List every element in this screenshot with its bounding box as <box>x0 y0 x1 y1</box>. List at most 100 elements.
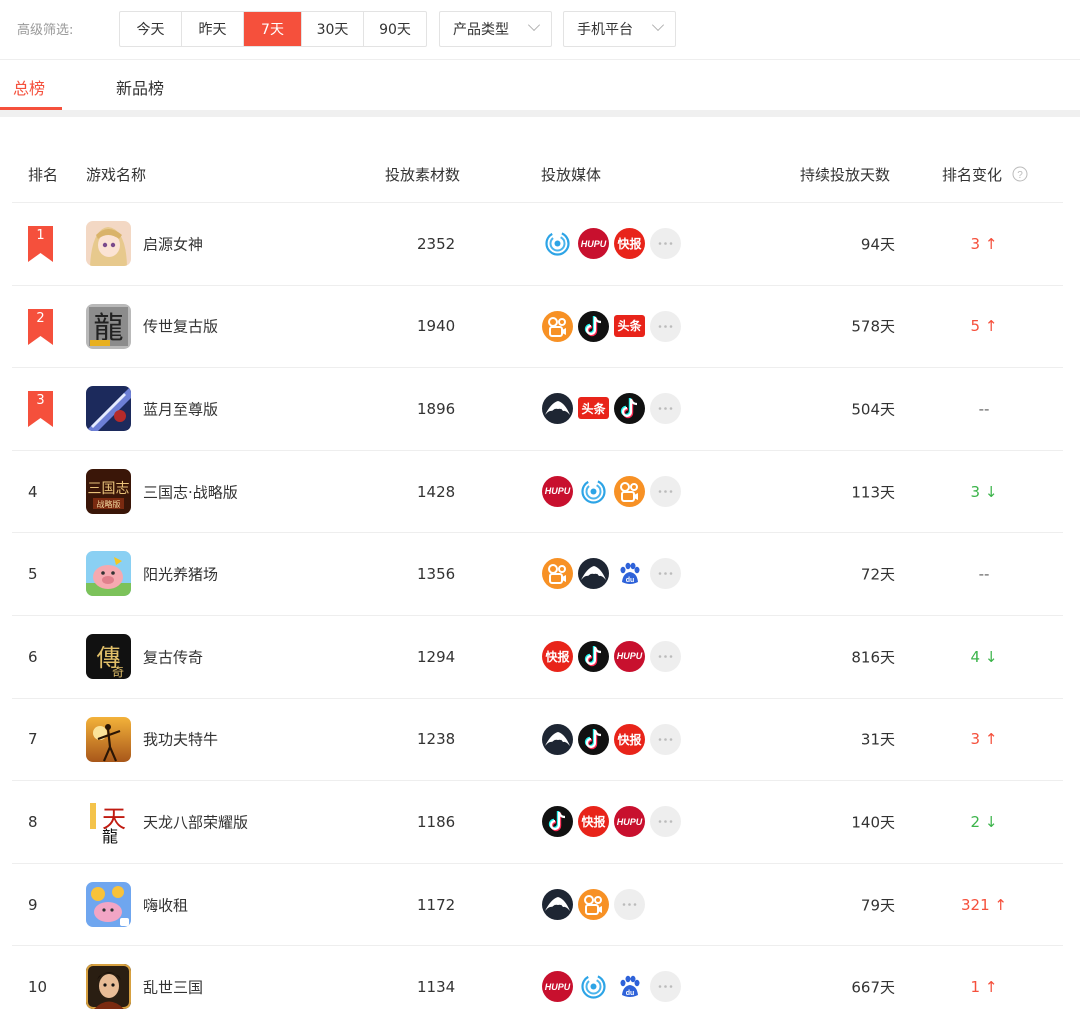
game-icon[interactable] <box>86 881 131 927</box>
kuaishou-media-icon <box>542 310 573 342</box>
more-media-icon[interactable] <box>650 310 681 342</box>
more-media-icon[interactable] <box>650 640 681 672</box>
chevron-down-icon <box>527 18 541 32</box>
rank-change-value: 5 <box>970 317 981 336</box>
media-list: 快报 HUPU <box>542 640 681 672</box>
rank-number: 1 <box>36 228 45 243</box>
rank-number: 3 <box>36 393 45 409</box>
game-icon[interactable] <box>86 221 131 266</box>
material-count: 1186 <box>417 812 456 831</box>
kuaibao-media-icon: 快报 <box>614 723 645 755</box>
table-row[interactable]: 7 我功夫特牛 1238 快报 31天 3 ↑ <box>12 699 1063 782</box>
wave-media-icon <box>542 228 573 259</box>
table-row[interactable]: 9 嗨收租 1172 79天 321 ↑ <box>12 864 1063 947</box>
svg-text:三国志: 三国志 <box>88 481 130 497</box>
game-name[interactable]: 启源女神 <box>143 233 203 254</box>
days-count: 79天 <box>860 896 895 915</box>
rank-number: 8 <box>28 812 38 831</box>
svg-text:奇: 奇 <box>112 665 124 679</box>
material-count: 1356 <box>417 565 456 584</box>
arrow-up-icon: ↑ <box>994 895 1007 914</box>
tab-new-products[interactable]: 新品榜 <box>116 75 164 99</box>
game-icon[interactable] <box>86 964 131 1010</box>
more-media-icon[interactable] <box>650 475 681 507</box>
more-media-icon[interactable] <box>650 558 681 590</box>
game-name[interactable]: 三国志·战略版 <box>143 481 238 502</box>
more-media-icon[interactable] <box>614 888 645 920</box>
period-90d-button[interactable]: 90天 <box>364 12 426 46</box>
more-media-icon[interactable] <box>650 723 681 755</box>
table-row[interactable]: 4 三国志 战略版 三国志·战略版 1428 HUPU 113天 3 ↓ <box>12 451 1063 534</box>
rank-number: 10 <box>28 978 48 997</box>
game-icon[interactable] <box>86 386 131 432</box>
rank-change-value: 3 <box>970 730 981 749</box>
table-row[interactable]: 1 启源女神 2352 HUPU 快报 94天 3 ↑ <box>12 203 1063 286</box>
rank-change: 1 ↑ <box>971 978 998 996</box>
arrow-down-icon: ↓ <box>984 482 998 501</box>
days-count: 816天 <box>851 648 895 667</box>
game-name[interactable]: 蓝月至尊版 <box>143 398 218 419</box>
days-count: 667天 <box>851 978 895 997</box>
table-row[interactable]: 5 阳光养猪场 1356 du 72天 -- <box>12 533 1063 616</box>
days-count: 72天 <box>860 565 895 584</box>
help-icon[interactable]: ? <box>1012 166 1028 182</box>
game-icon[interactable]: 龍 <box>86 303 131 349</box>
more-media-icon[interactable] <box>650 393 681 425</box>
game-name[interactable]: 天龙八部荣耀版 <box>143 811 248 832</box>
table-body: 1 启源女神 2352 HUPU 快报 94天 3 ↑ 2 龍传世复古版 1940 头条 578天… <box>12 203 1063 1023</box>
kuaishou-media-icon <box>578 888 609 920</box>
product-type-dropdown[interactable]: 产品类型 <box>439 11 552 47</box>
days-count: 31天 <box>860 730 895 749</box>
period-today-button[interactable]: 今天 <box>120 12 182 46</box>
platform-dropdown[interactable]: 手机平台 <box>563 11 676 47</box>
platform-label: 手机平台 <box>577 22 633 38</box>
rank-change: 321 ↑ <box>961 896 1007 914</box>
game-name[interactable]: 传世复古版 <box>143 316 218 337</box>
table-row[interactable]: 8 天龍天龙八部荣耀版 1186 快报 HUPU 140天 2 ↓ <box>12 781 1063 864</box>
material-count: 1940 <box>417 317 456 336</box>
game-name[interactable]: 嗨收租 <box>143 894 188 915</box>
media-list: 快报 <box>542 723 681 755</box>
game-name[interactable]: 我功夫特牛 <box>143 729 218 750</box>
arrow-up-icon: ↑ <box>984 317 998 336</box>
period-yesterday-button[interactable]: 昨天 <box>182 12 244 46</box>
header-material-count: 投放素材数 <box>385 166 461 184</box>
arrow-up-icon: ↑ <box>984 730 998 749</box>
table-row[interactable]: 2 龍传世复古版 1940 头条 578天 5 ↑ <box>12 286 1063 369</box>
period-30d-button[interactable]: 30天 <box>302 12 364 46</box>
chevron-down-icon <box>651 18 665 32</box>
table-row[interactable]: 3 蓝月至尊版 1896 头条 504天 -- <box>12 368 1063 451</box>
rank-number: 2 <box>36 310 45 326</box>
game-icon[interactable]: 三国志 战略版 <box>86 468 131 514</box>
eagle-media-icon <box>542 888 573 920</box>
table-row[interactable]: 10 乱世三国 1134 HUPU du 667天 1 ↑ <box>12 946 1063 1023</box>
period-7d-button[interactable]: 7天 <box>244 12 302 46</box>
game-icon[interactable] <box>86 716 131 762</box>
table-row[interactable]: 6 傳奇复古传奇 1294 快报 HUPU 816天 4 ↓ <box>12 616 1063 699</box>
more-media-icon[interactable] <box>650 806 681 838</box>
header-rank-change-label: 排名变化 <box>942 166 1003 184</box>
header-days: 持续投放天数 <box>800 166 891 184</box>
kuaishou-media-icon <box>614 475 645 507</box>
game-icon[interactable] <box>86 551 131 597</box>
header-rank: 排名 <box>28 166 59 184</box>
media-list: HUPU du <box>542 971 681 1003</box>
game-name[interactable]: 乱世三国 <box>143 977 203 998</box>
rank-number: 7 <box>28 730 38 749</box>
more-media-icon[interactable] <box>650 971 681 1003</box>
rank-change-value: 3 <box>970 234 981 253</box>
hupu-media-icon: HUPU <box>542 475 573 507</box>
tab-overall[interactable]: 总榜 <box>13 75 45 99</box>
rank-number: 4 <box>28 482 38 501</box>
material-count: 1294 <box>417 647 456 666</box>
rank-change-value: 2 <box>970 812 981 831</box>
more-media-icon[interactable] <box>650 228 681 259</box>
game-name[interactable]: 复古传奇 <box>143 646 203 667</box>
toutiao-media-icon: 头条 <box>614 314 645 337</box>
material-count: 1428 <box>417 482 456 501</box>
kuaibao-media-icon: 快报 <box>578 806 609 838</box>
game-icon[interactable]: 天龍 <box>86 799 131 845</box>
game-name[interactable]: 阳光养猪场 <box>143 564 218 585</box>
douyin-media-icon <box>578 723 609 755</box>
game-icon[interactable]: 傳奇 <box>86 633 131 679</box>
